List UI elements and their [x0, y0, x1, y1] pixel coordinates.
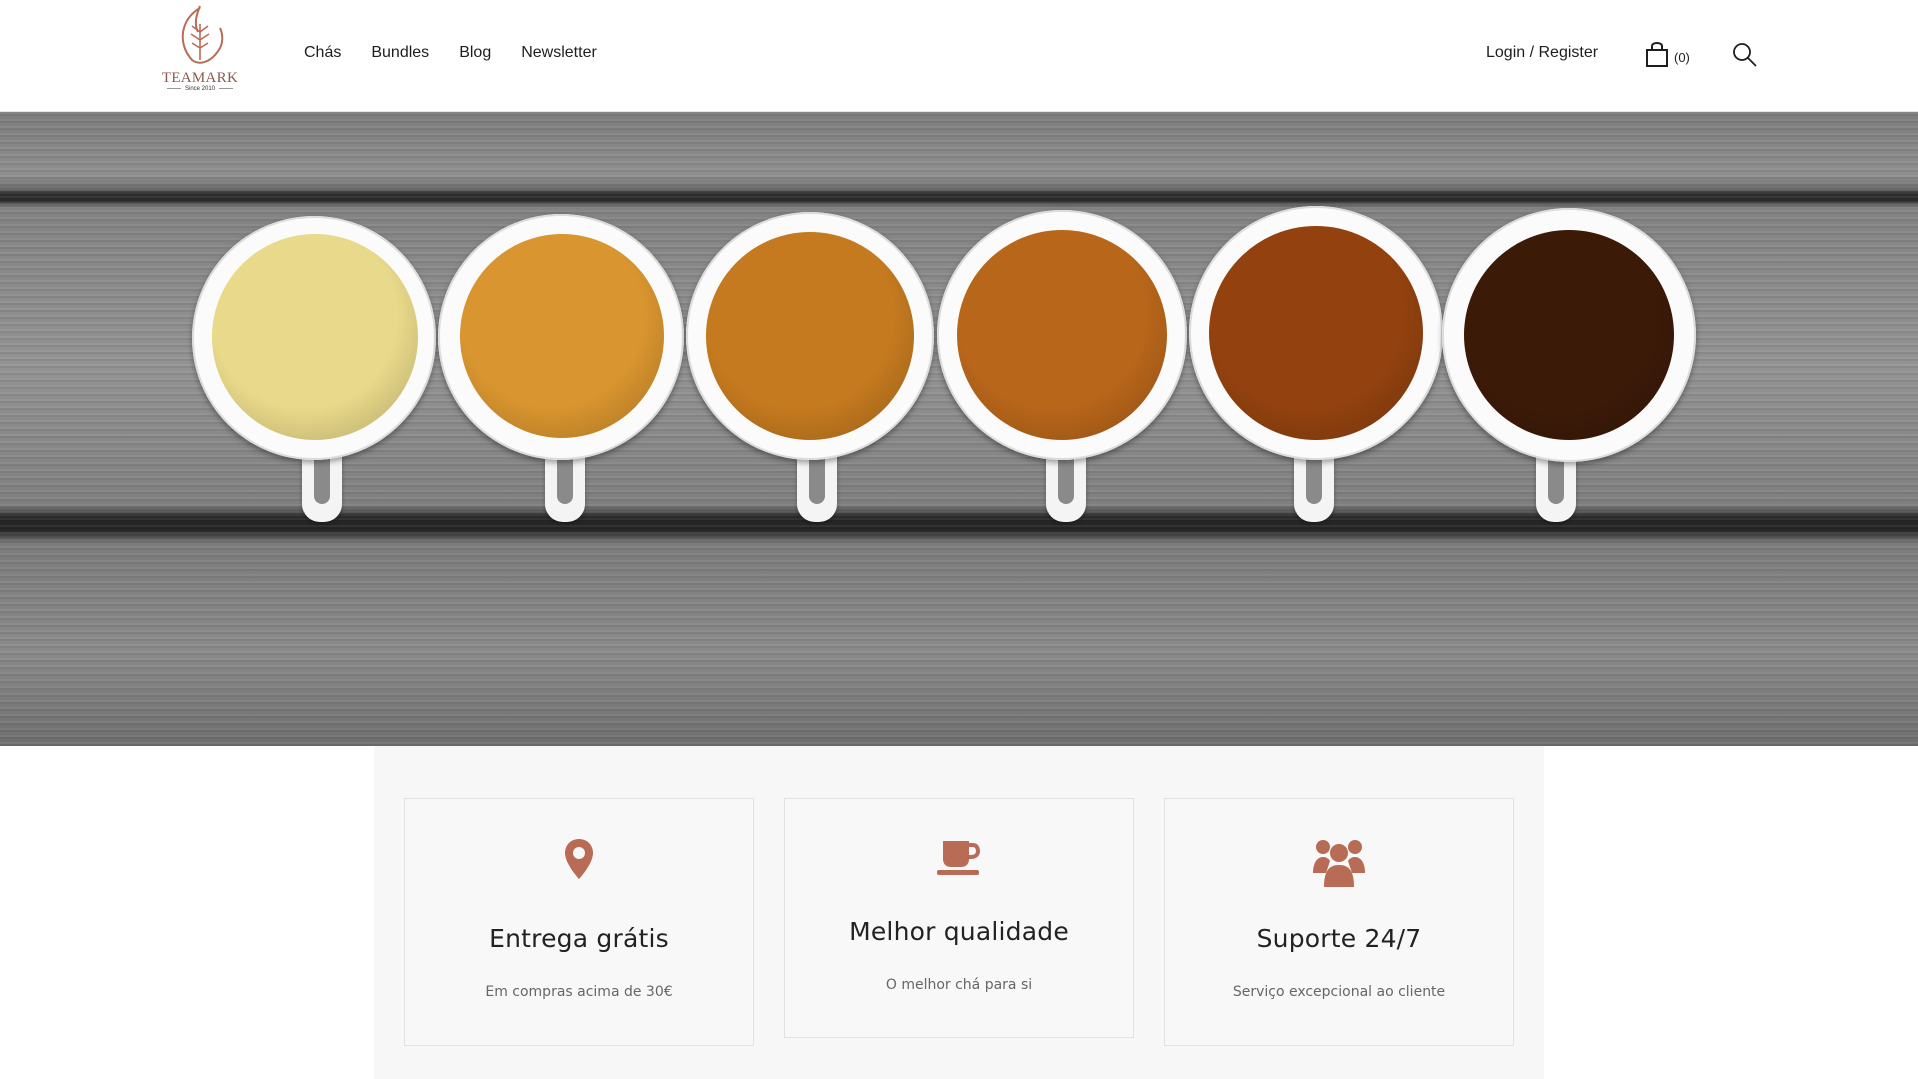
feature-card-free-shipping: Entrega grátis Em compras acima de 30€: [404, 798, 754, 1046]
feature-subtitle: Em compras acima de 30€: [485, 984, 673, 1000]
cup-handle: [545, 456, 585, 522]
tea-liquid: [1209, 226, 1423, 440]
feature-card-support: Suporte 24/7 Serviço excepcional ao clie…: [1164, 798, 1514, 1046]
cup-handle: [1294, 456, 1334, 522]
feature-title: Melhor qualidade: [849, 917, 1069, 946]
nav-item-newsletter[interactable]: Newsletter: [521, 44, 597, 62]
features-section: Entrega grátis Em compras acima de 30€ M…: [374, 746, 1544, 1079]
brand-since: Since 2010: [160, 86, 240, 92]
tea-cup: [438, 214, 684, 460]
feature-subtitle: Serviço excepcional ao cliente: [1232, 984, 1446, 1000]
tea-liquid: [1464, 230, 1674, 440]
nav-item-blog[interactable]: Blog: [459, 44, 491, 62]
nav-item-bundles[interactable]: Bundles: [371, 44, 429, 62]
brand-logo[interactable]: TEAMARK Since 2010: [160, 2, 240, 94]
tea-liquid: [212, 234, 418, 440]
map-marker-icon: [565, 839, 593, 879]
cup-handle: [302, 456, 342, 522]
cup-handle: [1536, 456, 1576, 522]
users-group-icon: [1313, 840, 1365, 887]
main-nav: Chás Bundles Blog Newsletter: [304, 44, 627, 62]
tea-liquid: [957, 230, 1167, 440]
hero-banner: [0, 112, 1918, 746]
feature-card-quality: Melhor qualidade O melhor chá para si: [784, 798, 1134, 1038]
search-button[interactable]: [1732, 42, 1758, 68]
cup-handle: [797, 456, 837, 522]
search-icon: [1733, 43, 1757, 67]
site-header: TEAMARK Since 2010 Chás Bundles Blog New…: [0, 0, 1918, 112]
tea-liquid: [460, 234, 664, 438]
nav-item-chas[interactable]: Chás: [304, 44, 341, 62]
shopping-bag-icon: [1646, 42, 1668, 67]
cup-handle: [1046, 456, 1086, 522]
login-register-link[interactable]: Login / Register: [1486, 44, 1598, 62]
cart-count: (0): [1674, 50, 1690, 65]
tea-cup: [1189, 206, 1443, 460]
tea-cup: [686, 212, 934, 460]
cart-button[interactable]: (0): [1644, 40, 1704, 70]
tea-cup: [192, 216, 436, 460]
tea-cup: [1442, 208, 1696, 462]
feature-title: Suporte 24/7: [1256, 924, 1422, 953]
feature-subtitle: O melhor chá para si: [885, 977, 1033, 993]
brand-name: TEAMARK: [161, 70, 239, 86]
leaf-logo-icon: [181, 5, 224, 64]
coffee-cup-icon: [937, 841, 981, 875]
feature-title: Entrega grátis: [489, 924, 669, 953]
tea-liquid: [706, 232, 914, 440]
tea-cup: [937, 210, 1187, 460]
